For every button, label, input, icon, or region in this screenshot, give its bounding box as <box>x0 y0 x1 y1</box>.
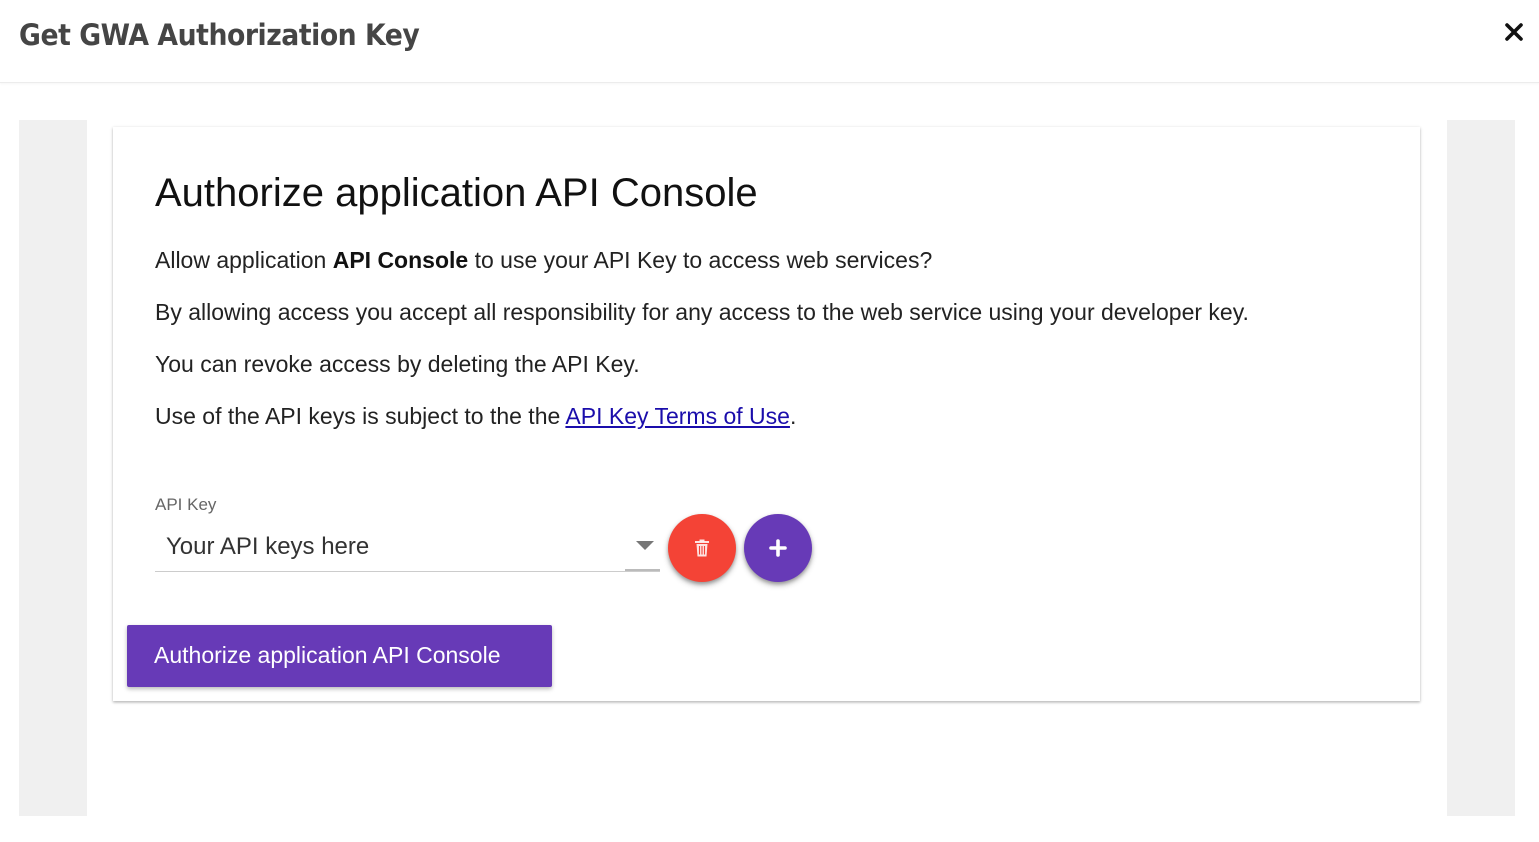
dialog-header: Get GWA Authorization Key <box>0 0 1539 83</box>
terms-paragraph-suffix: . <box>789 403 797 429</box>
api-key-selected-value: Your API keys here <box>166 533 370 560</box>
left-side-panel <box>19 120 87 816</box>
revoke-paragraph: You can revoke access by deleting the AP… <box>155 351 640 377</box>
allow-paragraph-suffix: to use your API Key to access web servic… <box>468 247 933 273</box>
select-arrow-underline <box>625 569 660 571</box>
authorization-card: Authorize application API Console Allow … <box>113 127 1420 701</box>
chevron-down-icon <box>636 541 654 550</box>
responsibility-paragraph: By allowing access you accept all respon… <box>155 299 1249 325</box>
api-key-label: API Key <box>155 495 217 514</box>
authorize-button-label: Authorize application API Console <box>154 642 501 668</box>
terms-paragraph-prefix: Use of the API keys is subject to the th… <box>155 403 566 429</box>
delete-api-key-button[interactable] <box>668 514 736 582</box>
terms-of-use-link[interactable]: API Key Terms of Use <box>565 403 790 429</box>
dialog-title: Get GWA Authorization Key <box>19 18 420 52</box>
api-key-select[interactable]: Your API keys here <box>155 527 660 572</box>
close-icon <box>1505 23 1523 41</box>
plus-icon <box>769 539 787 557</box>
app-name: API Console <box>332 247 469 273</box>
allow-paragraph: Allow application API Console to use you… <box>155 247 932 274</box>
allow-paragraph-prefix: Allow application <box>155 247 333 273</box>
trash-icon <box>695 539 709 557</box>
terms-paragraph: Use of the API keys is subject to the th… <box>155 403 796 430</box>
close-button[interactable] <box>1500 18 1528 46</box>
right-side-panel <box>1447 120 1515 816</box>
card-heading: Authorize application API Console <box>155 171 758 215</box>
authorize-button[interactable]: Authorize application API Console <box>127 625 552 687</box>
add-api-key-button[interactable] <box>744 514 812 582</box>
